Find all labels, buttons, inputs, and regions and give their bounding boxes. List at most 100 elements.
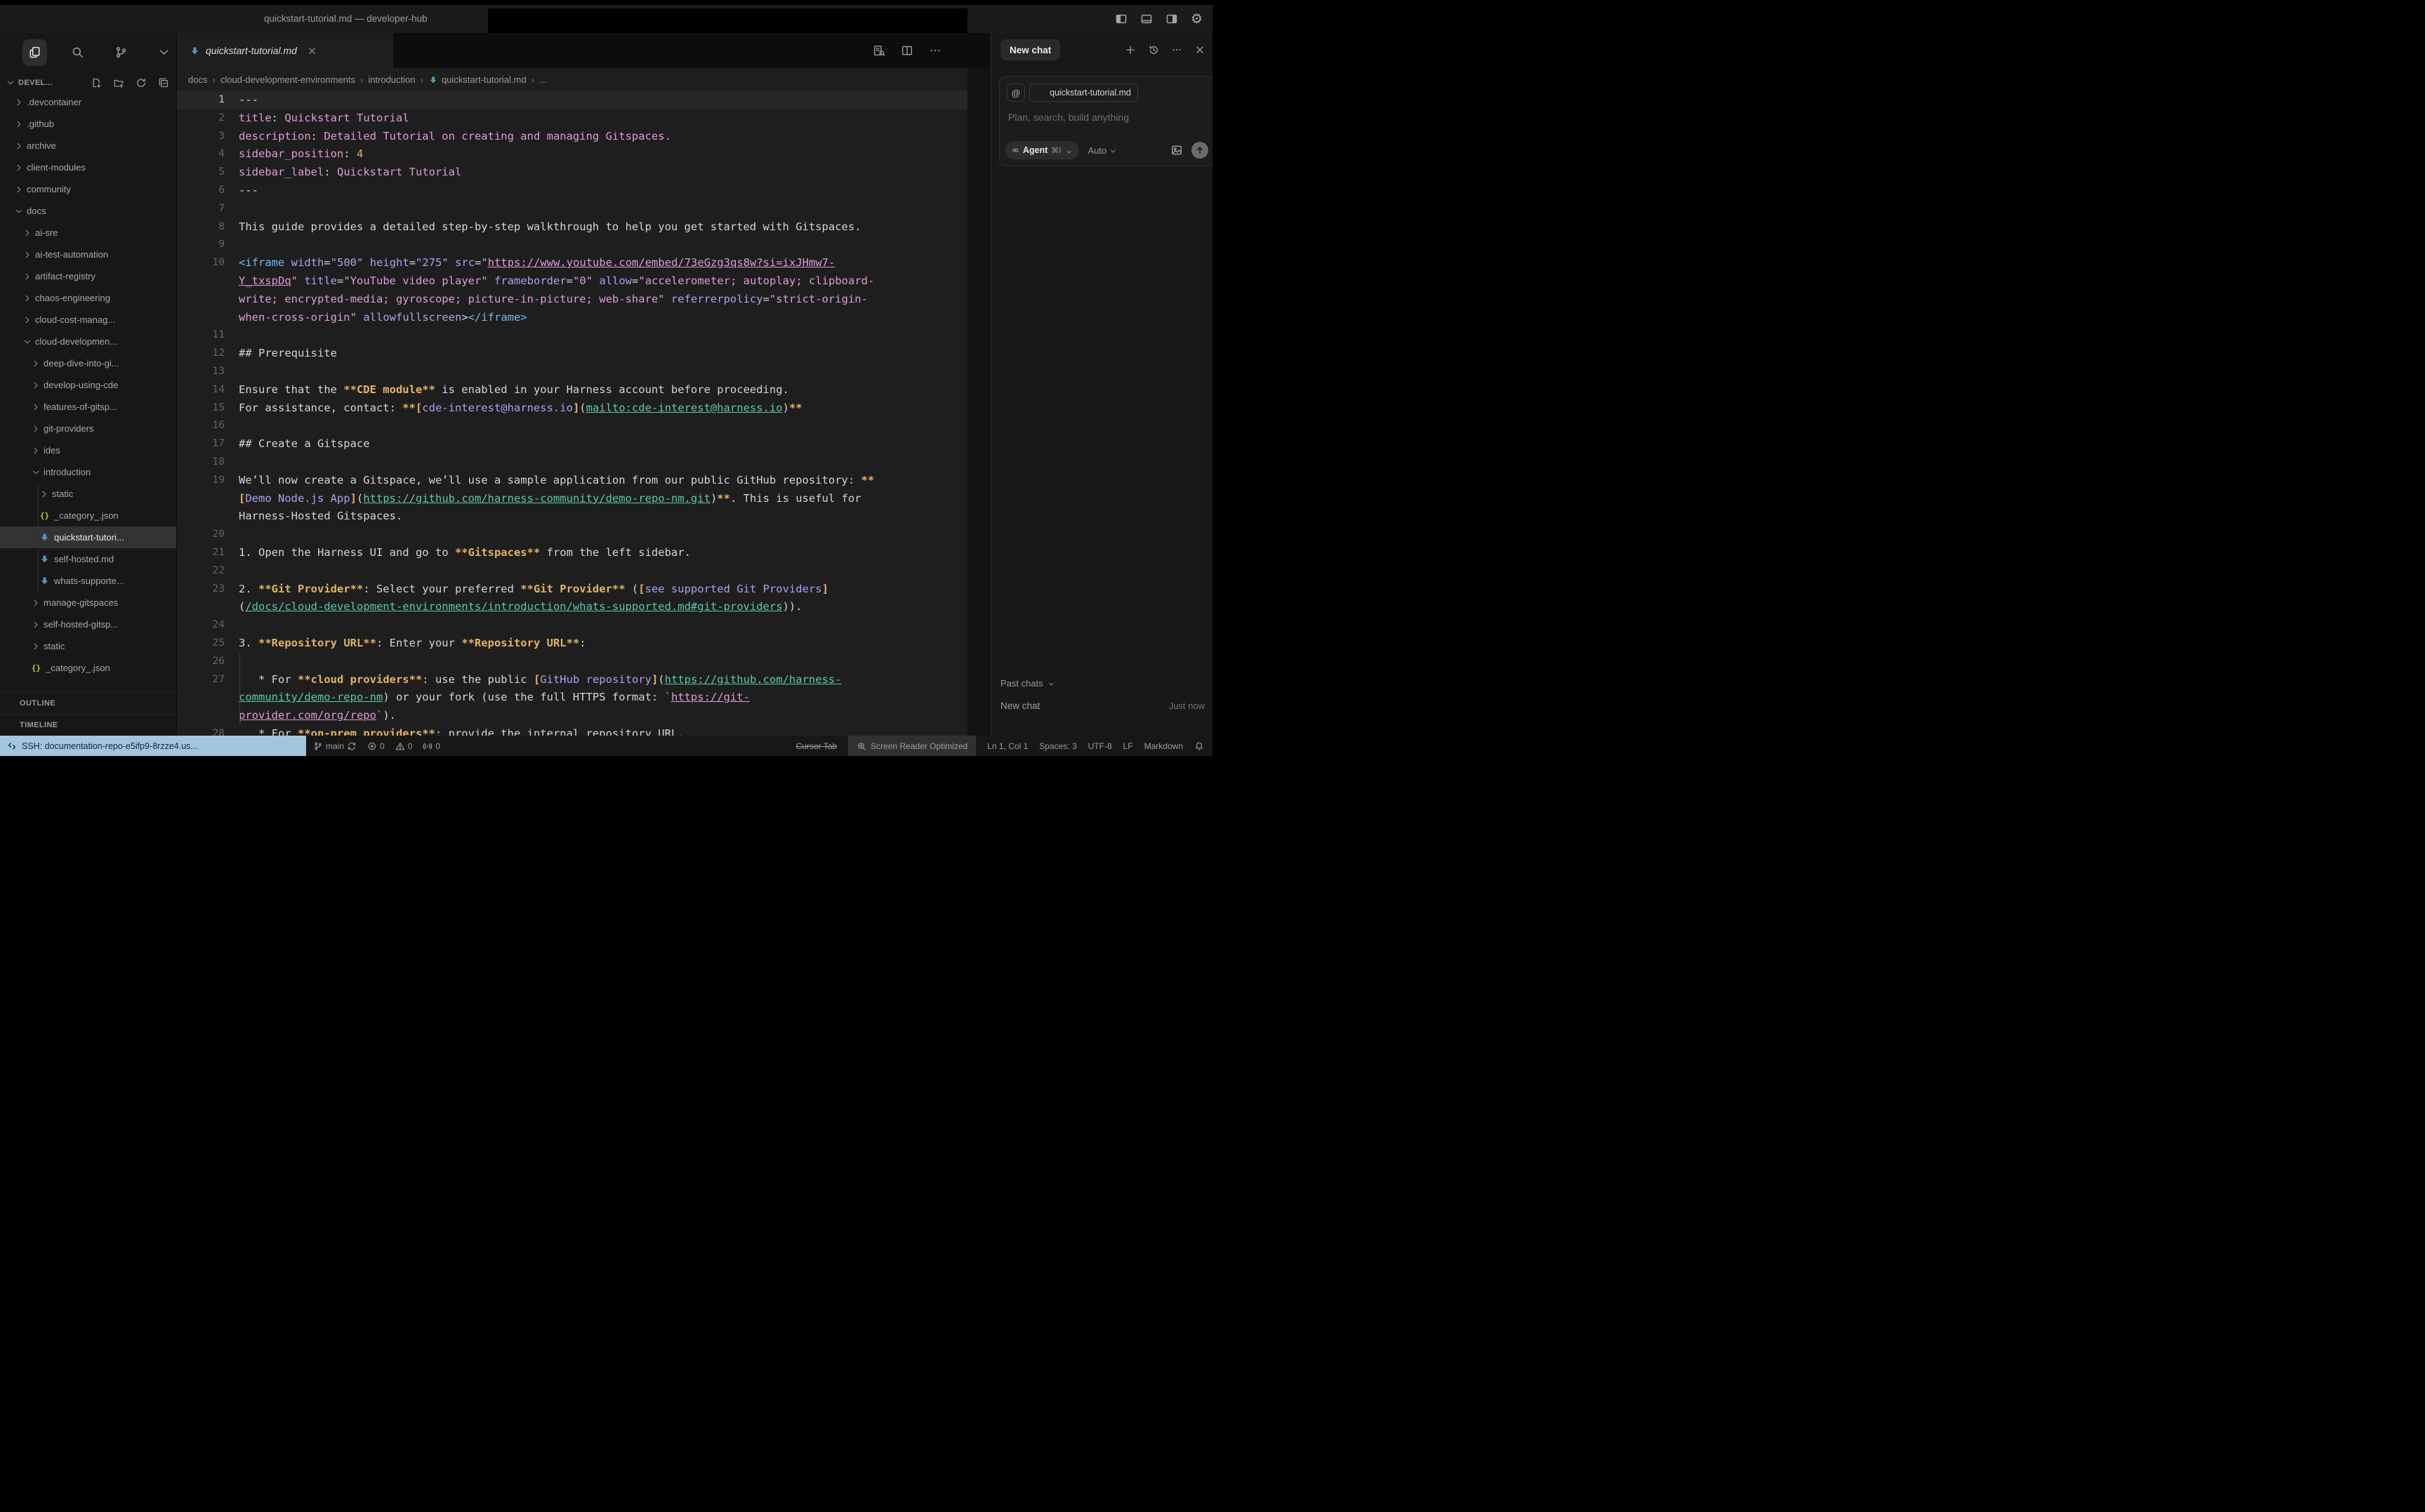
tree-item-label: _category_.json bbox=[54, 510, 119, 521]
at-mention-button[interactable]: @ bbox=[1007, 84, 1025, 102]
status-item-spaces-3[interactable]: Spaces: 3 bbox=[1039, 741, 1076, 751]
tree-folder-ides[interactable]: ides bbox=[0, 439, 176, 461]
tree-item-label: static bbox=[44, 641, 65, 651]
remote-indicator[interactable]: SSH: documentation-repo-e5ifp9-8rzze4.us… bbox=[0, 736, 306, 756]
status-item-0[interactable]: 0 bbox=[395, 741, 413, 751]
tree-folder-static[interactable]: static bbox=[0, 635, 176, 657]
split-editor-icon[interactable] bbox=[901, 44, 913, 57]
settings-gear-icon[interactable]: ⚙ bbox=[1191, 13, 1203, 25]
activity-bar bbox=[0, 33, 176, 72]
agent-mode-dropdown[interactable]: ∞ Agent ⌘I bbox=[1005, 141, 1079, 159]
status-item-0[interactable]: 0 bbox=[423, 741, 440, 751]
editor-scrollbar-gutter[interactable] bbox=[967, 68, 991, 736]
status-item-icon[interactable] bbox=[1194, 741, 1204, 751]
tree-file-whats-supporte...[interactable]: whats-supporte... bbox=[0, 570, 176, 592]
tree-folder-community[interactable]: community bbox=[0, 178, 176, 200]
outline-label: OUTLINE bbox=[20, 699, 55, 708]
tree-folder-archive[interactable]: archive bbox=[0, 135, 176, 157]
code-line: 24 bbox=[177, 616, 967, 635]
open-preview-icon[interactable] bbox=[873, 44, 885, 57]
breadcrumb-item[interactable]: introduction bbox=[368, 74, 415, 85]
chevron-down-icon[interactable] bbox=[152, 39, 176, 66]
tree-item-label: manage-gitspaces bbox=[44, 597, 118, 608]
collapse-all-icon[interactable] bbox=[158, 77, 169, 88]
new-chat-icon[interactable] bbox=[1125, 44, 1136, 55]
status-item-ln-1-col-1[interactable]: Ln 1, Col 1 bbox=[987, 741, 1028, 751]
tab-quickstart-tutorial[interactable]: quickstart-tutorial.md bbox=[177, 33, 393, 68]
tree-folder-static[interactable]: static bbox=[0, 483, 176, 505]
tree-folder-docs[interactable]: docs bbox=[0, 200, 176, 222]
tree-file-category.json[interactable]: {}_category_.json bbox=[0, 657, 176, 679]
tree-folder-deep-dive-into-gi[interactable]: deep-dive-into-gi... bbox=[0, 352, 176, 374]
chat-history-icon[interactable] bbox=[1148, 44, 1159, 55]
code-line: 12## Prerequisite bbox=[177, 345, 967, 363]
files-icon[interactable] bbox=[22, 39, 47, 66]
breadcrumb-item[interactable]: cloud-development-environments bbox=[220, 74, 355, 85]
close-icon[interactable] bbox=[307, 46, 317, 56]
tree-folder-devcontainer[interactable]: .devcontainer bbox=[0, 91, 176, 113]
past-chat-item[interactable]: New chat Just now bbox=[1000, 701, 1205, 711]
status-item-lf[interactable]: LF bbox=[1123, 741, 1133, 751]
status-item-markdown[interactable]: Markdown bbox=[1144, 741, 1183, 751]
breadcrumb: docs › cloud-development-environments › intr… bbox=[177, 68, 991, 91]
chat-tab-new-chat[interactable]: New chat bbox=[1000, 39, 1060, 60]
agent-shortcut: ⌘I bbox=[1051, 146, 1061, 155]
code-line: 19We’ll now create a Gitspace, we’ll use… bbox=[177, 472, 967, 490]
code-line: 8This guide provides a detailed step-by-… bbox=[177, 218, 967, 237]
tree-folder-cloud-cost-manag[interactable]: cloud-cost-manag... bbox=[0, 309, 176, 331]
markdown-file-icon bbox=[1036, 88, 1045, 98]
status-item-main[interactable]: main bbox=[313, 741, 357, 751]
tree-folder-client-modules[interactable]: client-modules bbox=[0, 157, 176, 178]
code-editor[interactable]: 1---2title: Quickstart Tutorial3descript… bbox=[177, 91, 967, 736]
tree-folder-ai-test-automation[interactable]: ai-test-automation bbox=[0, 244, 176, 265]
status-item-0[interactable]: 0 bbox=[367, 741, 385, 751]
image-attach-icon[interactable] bbox=[1170, 144, 1183, 157]
tree-item-label: whats-supporte... bbox=[54, 576, 124, 586]
status-bar: SSH: documentation-repo-e5ifp9-8rzze4.us… bbox=[0, 736, 1212, 756]
tree-folder-github[interactable]: .github bbox=[0, 113, 176, 135]
layout-sidebar-left-icon[interactable] bbox=[1115, 13, 1128, 25]
model-dropdown[interactable]: Auto bbox=[1088, 145, 1118, 156]
tree-folder-features-of-gitsp[interactable]: features-of-gitsp... bbox=[0, 396, 176, 418]
status-item-screen-reader-optimized[interactable]: Screen Reader Optimized bbox=[848, 736, 976, 756]
tree-file-category.json[interactable]: {}_category_.json bbox=[0, 505, 176, 526]
tree-file-quickstart-tutori...[interactable]: quickstart-tutori... bbox=[0, 526, 176, 548]
tree-file-self-hosted.md[interactable]: self-hosted.md bbox=[0, 548, 176, 570]
chat-input[interactable]: @ quickstart-tutorial.md Plan, search, b… bbox=[999, 76, 1212, 166]
send-button[interactable] bbox=[1191, 142, 1208, 159]
outline-section[interactable]: OUTLINE bbox=[0, 692, 176, 714]
tree-folder-ai-sre[interactable]: ai-sre bbox=[0, 222, 176, 244]
new-folder-icon[interactable] bbox=[113, 77, 124, 88]
breadcrumb-separator: › bbox=[531, 74, 534, 85]
more-actions-icon[interactable] bbox=[929, 44, 941, 57]
chat-close-icon[interactable] bbox=[1194, 44, 1205, 55]
breadcrumb-item[interactable]: docs bbox=[188, 74, 207, 85]
layout-sidebar-right-icon[interactable] bbox=[1165, 13, 1178, 25]
breadcrumb-item[interactable]: ... bbox=[539, 74, 547, 85]
tree-folder-artifact-registry[interactable]: artifact-registry bbox=[0, 265, 176, 287]
new-file-icon[interactable] bbox=[91, 77, 102, 88]
tree-folder-manage-gitspaces[interactable]: manage-gitspaces bbox=[0, 592, 176, 614]
layout-panel-bottom-icon[interactable] bbox=[1140, 13, 1153, 25]
status-item-utf-8[interactable]: UTF-8 bbox=[1088, 741, 1112, 751]
tab-label: quickstart-tutorial.md bbox=[206, 45, 297, 56]
tree-folder-chaos-engineering[interactable]: chaos-engineering bbox=[0, 287, 176, 309]
breadcrumb-separator: › bbox=[360, 74, 363, 85]
tree-folder-self-hosted-gitsp[interactable]: self-hosted-gitsp... bbox=[0, 614, 176, 635]
past-chats-toggle[interactable]: Past chats bbox=[1000, 678, 1055, 689]
timeline-section[interactable]: TIMELINE bbox=[0, 714, 176, 736]
chat-more-icon[interactable] bbox=[1171, 44, 1182, 55]
refresh-icon[interactable] bbox=[136, 77, 147, 88]
chevron-down-icon[interactable] bbox=[6, 78, 15, 88]
tree-folder-develop-using-cde[interactable]: develop-using-cde bbox=[0, 374, 176, 396]
source-control-icon[interactable] bbox=[109, 39, 133, 66]
context-file-chip[interactable]: quickstart-tutorial.md bbox=[1029, 84, 1138, 102]
tree-folder-introduction[interactable]: introduction bbox=[0, 461, 176, 483]
search-icon[interactable] bbox=[65, 39, 90, 66]
status-item-cursor-tab[interactable]: Cursor Tab bbox=[796, 741, 837, 751]
markdown-file-icon bbox=[39, 576, 50, 586]
breadcrumb-item[interactable]: quickstart-tutorial.md bbox=[428, 74, 527, 85]
tree-folder-cloud-developmen[interactable]: cloud-developmen... bbox=[0, 331, 176, 352]
tree-folder-git-providers[interactable]: git-providers bbox=[0, 418, 176, 439]
code-line: 27 * For **cloud providers**: use the pu… bbox=[177, 671, 967, 689]
